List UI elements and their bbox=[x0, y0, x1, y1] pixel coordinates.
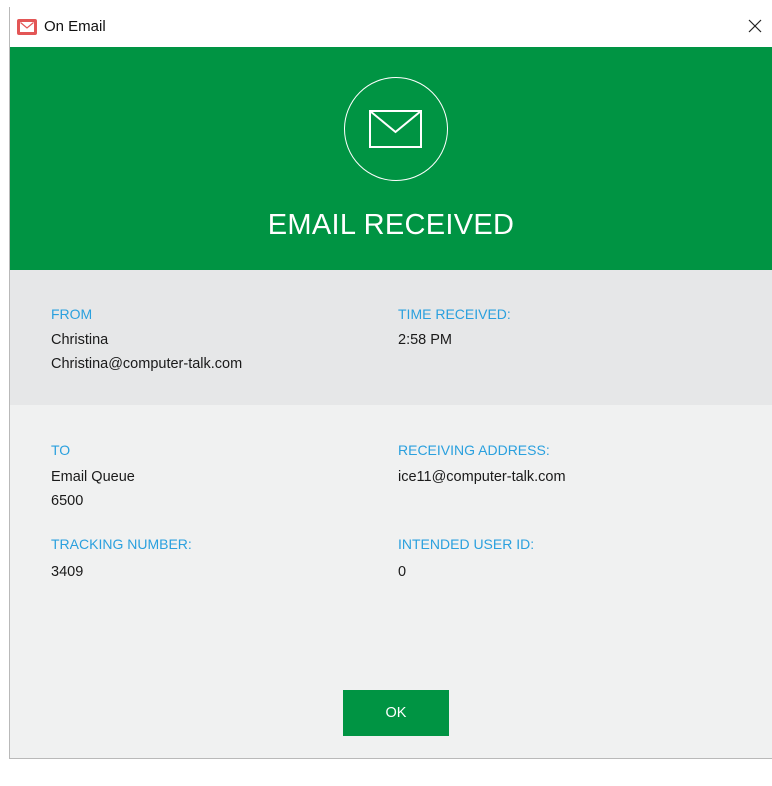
time-received-value: 2:58 PM bbox=[398, 332, 452, 348]
time-received-label: TIME RECEIVED: bbox=[398, 306, 511, 322]
banner-title: EMAIL RECEIVED bbox=[267, 209, 515, 241]
to-queue: Email Queue bbox=[51, 469, 135, 485]
intended-user-id-value: 0 bbox=[398, 564, 407, 580]
window-title: On Email bbox=[44, 18, 106, 35]
from-label: FROM bbox=[51, 306, 93, 322]
close-icon bbox=[748, 19, 762, 33]
sender-section: FROM Christina Christina@computer-talk.c… bbox=[10, 270, 772, 405]
title-bar: On Email bbox=[10, 7, 772, 47]
from-email: Christina@computer-talk.com bbox=[51, 356, 243, 372]
receiving-address-value: ice11@computer-talk.com bbox=[398, 469, 566, 485]
to-number: 6500 bbox=[51, 493, 84, 509]
tracking-number-value: 3409 bbox=[51, 564, 84, 580]
close-button[interactable] bbox=[742, 12, 768, 40]
intended-user-id-label: INTENDED USER ID: bbox=[398, 536, 535, 552]
ok-button[interactable]: OK bbox=[343, 690, 449, 736]
envelope-icon bbox=[344, 77, 448, 181]
receiving-address-label: RECEIVING ADDRESS: bbox=[398, 442, 550, 458]
email-dialog-window: On Email EMAIL RECEIVED FROM Christina C… bbox=[9, 7, 772, 759]
from-name: Christina bbox=[51, 332, 109, 348]
mail-icon bbox=[17, 19, 37, 35]
tracking-number-label: TRACKING NUMBER: bbox=[51, 536, 192, 552]
to-label: TO bbox=[51, 442, 71, 458]
header-banner: EMAIL RECEIVED bbox=[10, 47, 772, 270]
